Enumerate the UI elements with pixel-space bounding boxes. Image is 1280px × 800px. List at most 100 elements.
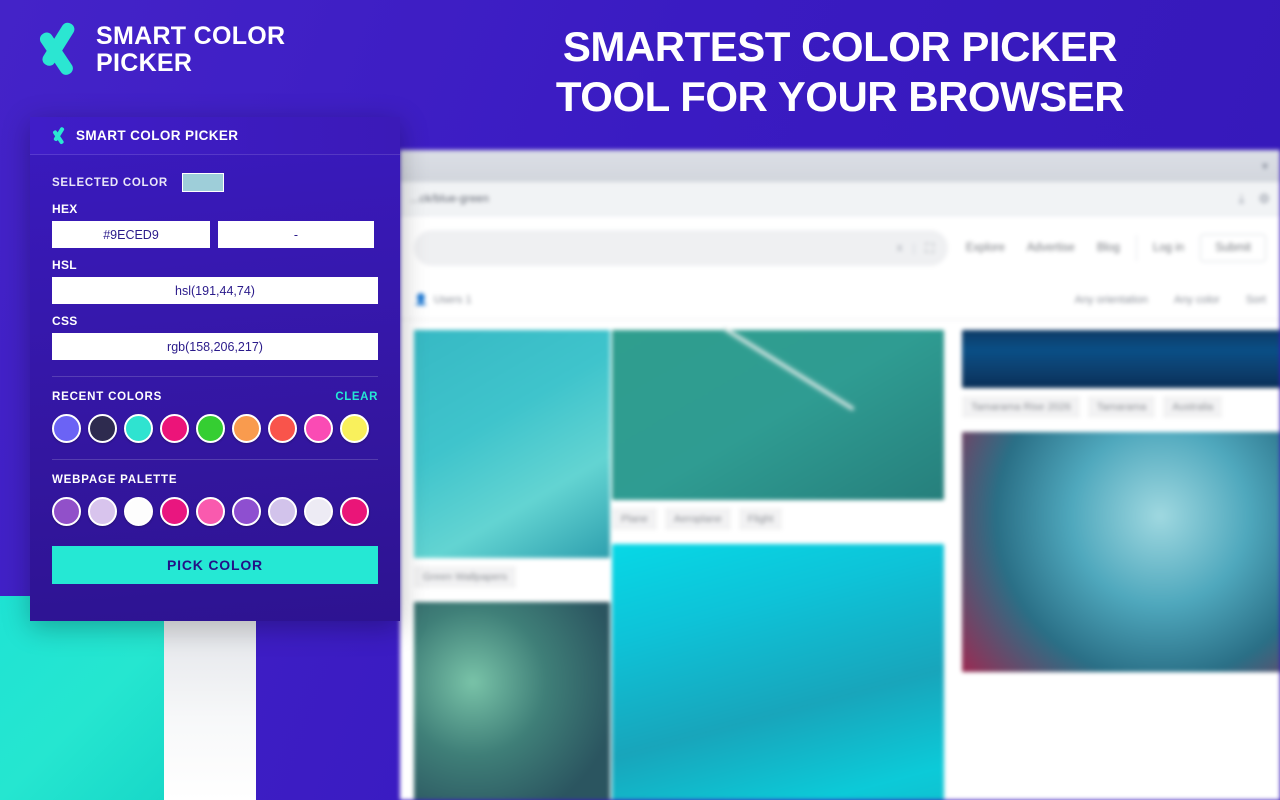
hsl-label: HSL: [52, 258, 77, 272]
css-label: CSS: [52, 314, 78, 328]
eyedropper-icon: [53, 126, 65, 144]
filter-row: 👤 Users 1 Any orientation Any color Sort: [400, 280, 1280, 320]
tag[interactable]: Green Wallpapers: [414, 566, 517, 588]
teal-accent-block: [0, 596, 164, 800]
selected-color-row: SELECTED COLOR: [52, 173, 378, 192]
palette-color-swatch[interactable]: [124, 497, 153, 526]
screenshot-root: ▾ ...ck/blue-green ⤓ ⚙ x | ⛶ Explore Adv…: [0, 0, 1280, 800]
palette-color-swatch[interactable]: [88, 497, 117, 526]
palette-color-swatch[interactable]: [52, 497, 81, 526]
filter-dropdowns: Any orientation Any color Sort: [1075, 294, 1266, 306]
palette-color-swatch[interactable]: [268, 497, 297, 526]
tag[interactable]: Aeroplane: [664, 508, 731, 530]
tag[interactable]: Australia: [1163, 396, 1223, 418]
filter-color[interactable]: Any color: [1174, 294, 1220, 306]
grid-column-left: Green Wallpapers: [414, 330, 610, 800]
palette-color-swatch[interactable]: [340, 497, 369, 526]
selected-color-swatch: [181, 173, 224, 192]
nav-links: Explore Advertise Blog: [966, 242, 1120, 254]
users-indicator: 👤 Users 1: [414, 293, 472, 307]
nav-link-blog[interactable]: Blog: [1097, 242, 1120, 254]
section-divider: [52, 459, 378, 460]
browser-titlebar: ▾: [400, 150, 1280, 182]
green-bokeh-thumb[interactable]: [414, 602, 610, 800]
site-navigation-bar: x | ⛶ Explore Advertise Blog Log in Subm…: [400, 216, 1280, 280]
nav-link-advertise[interactable]: Advertise: [1027, 242, 1075, 254]
recent-color-swatch[interactable]: [88, 414, 117, 443]
green-jet-contrail-thumb[interactable]: [612, 330, 944, 500]
tag[interactable]: Tamarama: [1087, 396, 1156, 418]
recent-colors-header: RECENT COLORS CLEAR: [52, 391, 378, 403]
recent-colors-title: RECENT COLORS: [52, 391, 163, 403]
palette-color-swatch[interactable]: [232, 497, 261, 526]
image-card[interactable]: Tamarama Rise 2026 Tamarama Australia: [962, 330, 1280, 422]
nav-divider: [1135, 235, 1137, 261]
extension-header: SMART COLOR PICKER: [30, 117, 400, 155]
clear-recent-button[interactable]: CLEAR: [335, 391, 378, 403]
download-icon[interactable]: ⤓: [1239, 191, 1245, 207]
extension-body: SELECTED COLOR HEX #9ECED9 - HSL hsl(191…: [30, 155, 400, 526]
recent-color-swatch[interactable]: [304, 414, 333, 443]
visual-search-icon[interactable]: ⛶: [925, 241, 933, 256]
search-input[interactable]: x | ⛶: [414, 230, 948, 266]
hex-row: #9ECED9 -: [52, 221, 378, 248]
url-bar-icons: ⤓ ⚙: [1239, 191, 1270, 207]
search-divider: |: [912, 241, 916, 255]
recent-color-swatch[interactable]: [232, 414, 261, 443]
login-link[interactable]: Log in: [1153, 242, 1184, 254]
submit-button[interactable]: Submit: [1200, 234, 1266, 262]
image-card[interactable]: [414, 602, 610, 800]
chevron-down-icon[interactable]: ▾: [1262, 159, 1268, 173]
navy-gradient-band-thumb[interactable]: [962, 330, 1280, 388]
image-grid: Green Wallpapers Plane Aeroplane Flight: [400, 320, 1280, 800]
recent-color-swatch[interactable]: [124, 414, 153, 443]
image-card[interactable]: [962, 432, 1280, 672]
selected-color-label: SELECTED COLOR: [52, 176, 168, 189]
background-browser-window: ▾ ...ck/blue-green ⤓ ⚙ x | ⛶ Explore Adv…: [400, 150, 1280, 800]
tag[interactable]: Flight: [738, 508, 783, 530]
hsl-input[interactable]: hsl(191,44,74): [52, 277, 378, 304]
cyan-water-surface-thumb[interactable]: [612, 544, 944, 800]
palette-color-swatch[interactable]: [196, 497, 225, 526]
hsl-row: hsl(191,44,74): [52, 277, 378, 304]
image-card[interactable]: Green Wallpapers: [414, 330, 610, 592]
recent-colors-swatches: [52, 414, 378, 443]
alpha-input[interactable]: -: [218, 221, 374, 248]
eyedropper-icon: [39, 22, 75, 75]
brand-wordmark: SMART COLOR PICKER: [96, 22, 286, 77]
tag-row: Tamarama Rise 2026 Tamarama Australia: [962, 388, 1280, 422]
recent-color-swatch[interactable]: [160, 414, 189, 443]
extension-icon[interactable]: ⚙: [1258, 191, 1270, 207]
image-card[interactable]: Plane Aeroplane Flight: [612, 330, 944, 534]
pick-color-button[interactable]: PICK COLOR: [52, 546, 378, 584]
tag-row: Plane Aeroplane Flight: [612, 500, 944, 534]
browser-url-bar[interactable]: ...ck/blue-green ⤓ ⚙: [400, 182, 1280, 216]
extension-popup: SMART COLOR PICKER SELECTED COLOR HEX #9…: [30, 117, 400, 621]
promo-headline: SMARTEST COLOR PICKER TOOL FOR YOUR BROW…: [555, 23, 1125, 120]
webpage-palette-swatches: [52, 497, 378, 526]
hex-label: HEX: [52, 202, 78, 216]
filter-sort[interactable]: Sort: [1246, 294, 1266, 306]
palette-color-swatch[interactable]: [160, 497, 189, 526]
palette-color-swatch[interactable]: [304, 497, 333, 526]
hex-input[interactable]: #9ECED9: [52, 221, 210, 248]
recent-color-swatch[interactable]: [268, 414, 297, 443]
css-input[interactable]: rgb(158,206,217): [52, 333, 378, 360]
clear-search-icon[interactable]: x: [897, 242, 903, 254]
filter-orientation[interactable]: Any orientation: [1075, 294, 1148, 306]
recent-color-swatch[interactable]: [340, 414, 369, 443]
users-label: Users 1: [433, 293, 472, 306]
teal-soft-texture-thumb[interactable]: [414, 330, 610, 558]
tag[interactable]: Tamarama Rise 2026: [962, 396, 1080, 418]
extension-title: SMART COLOR PICKER: [76, 128, 239, 143]
image-card[interactable]: [612, 544, 944, 800]
section-divider: [52, 376, 378, 377]
tag-row: Green Wallpapers: [414, 558, 610, 592]
nav-link-explore[interactable]: Explore: [966, 242, 1005, 254]
url-text: ...ck/blue-green: [410, 192, 490, 205]
blue-flower-macro-thumb[interactable]: [962, 432, 1280, 672]
recent-color-swatch[interactable]: [52, 414, 81, 443]
recent-color-swatch[interactable]: [196, 414, 225, 443]
tag[interactable]: Plane: [612, 508, 657, 530]
grid-column-right: Tamarama Rise 2026 Tamarama Australia: [962, 330, 1280, 682]
